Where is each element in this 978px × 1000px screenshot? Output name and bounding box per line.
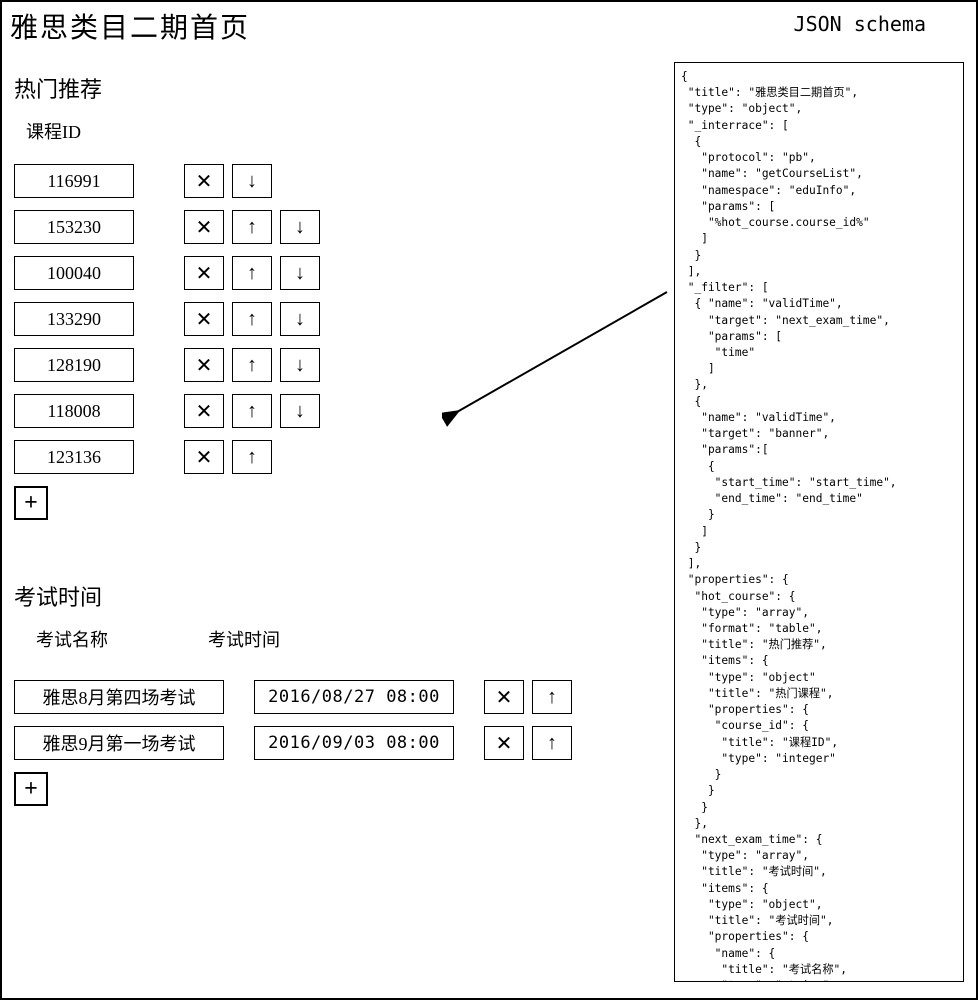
delete-button[interactable]: ✕ <box>184 164 224 198</box>
move-up-button[interactable]: ↑ <box>232 394 272 428</box>
delete-button[interactable]: ✕ <box>184 256 224 290</box>
delete-button[interactable]: ✕ <box>184 440 224 474</box>
course-id-cell[interactable]: 116991 <box>14 164 134 198</box>
page-title: 雅思类目二期首页 <box>10 6 250 46</box>
course-row: 133290 ✕↑↓ <box>14 302 654 336</box>
move-up-button[interactable]: ↑ <box>532 726 572 760</box>
exam-list: 雅思8月第四场考试 2016/08/27 08:00 ✕↑ 雅思9月第一场考试 2016… <box>14 680 654 760</box>
move-up-button[interactable]: ↑ <box>232 256 272 290</box>
course-id-cell[interactable]: 133290 <box>14 302 134 336</box>
exam-col-time: 考试时间 <box>208 626 280 652</box>
add-course-button[interactable]: + <box>14 486 48 520</box>
course-row: 153230 ✕↑↓ <box>14 210 654 244</box>
course-row: 128190 ✕↑↓ <box>14 348 654 382</box>
course-row: 100040 ✕↑↓ <box>14 256 654 290</box>
form-area: 热门推荐 课程ID 116991✕↓153230✕↑↓100040✕↑↓1332… <box>14 62 654 806</box>
exam-row: 雅思8月第四场考试 2016/08/27 08:00 ✕↑ <box>14 680 654 714</box>
delete-button[interactable]: ✕ <box>184 210 224 244</box>
course-id-cell[interactable]: 100040 <box>14 256 134 290</box>
json-schema-box: { "title": "雅思类目二期首页", "type": "object",… <box>674 62 964 982</box>
diagram-frame: 雅思类目二期首页 JSON schema 热门推荐 课程ID 116991✕↓1… <box>0 0 978 1000</box>
move-up-button[interactable]: ↑ <box>532 680 572 714</box>
delete-button[interactable]: ✕ <box>484 680 524 714</box>
exam-time-cell[interactable]: 2016/09/03 08:00 <box>254 726 454 760</box>
delete-button[interactable]: ✕ <box>184 348 224 382</box>
exam-name-cell[interactable]: 雅思8月第四场考试 <box>14 680 224 714</box>
exam-row: 雅思9月第一场考试 2016/09/03 08:00 ✕↑ <box>14 726 654 760</box>
move-down-button[interactable]: ↓ <box>280 394 320 428</box>
move-down-button[interactable]: ↓ <box>280 302 320 336</box>
delete-button[interactable]: ✕ <box>484 726 524 760</box>
add-exam-button[interactable]: + <box>14 772 48 806</box>
move-down-button[interactable]: ↓ <box>232 164 272 198</box>
delete-button[interactable]: ✕ <box>184 302 224 336</box>
move-down-button[interactable]: ↓ <box>280 348 320 382</box>
move-down-button[interactable]: ↓ <box>280 210 320 244</box>
move-up-button[interactable]: ↑ <box>232 302 272 336</box>
course-row: 123136 ✕↑ <box>14 440 654 474</box>
move-down-button[interactable]: ↓ <box>280 256 320 290</box>
move-up-button[interactable]: ↑ <box>232 440 272 474</box>
hot-course-title: 热门推荐 <box>14 72 654 104</box>
schema-label: JSON schema <box>794 12 926 36</box>
move-up-button[interactable]: ↑ <box>232 210 272 244</box>
course-row: 116991 ✕↓ <box>14 164 654 198</box>
exam-time-cell[interactable]: 2016/08/27 08:00 <box>254 680 454 714</box>
exam-name-cell[interactable]: 雅思9月第一场考试 <box>14 726 224 760</box>
course-id-cell[interactable]: 123136 <box>14 440 134 474</box>
hot-course-list: 116991✕↓153230✕↑↓100040✕↑↓133290✕↑↓12819… <box>14 164 654 474</box>
course-id-cell[interactable]: 118008 <box>14 394 134 428</box>
course-id-cell[interactable]: 128190 <box>14 348 134 382</box>
delete-button[interactable]: ✕ <box>184 394 224 428</box>
move-up-button[interactable]: ↑ <box>232 348 272 382</box>
course-row: 118008 ✕↑↓ <box>14 394 654 428</box>
exam-col-name: 考试名称 <box>36 626 108 652</box>
exam-section-title: 考试时间 <box>14 580 654 612</box>
course-id-cell[interactable]: 153230 <box>14 210 134 244</box>
hot-course-column: 课程ID <box>26 118 654 144</box>
